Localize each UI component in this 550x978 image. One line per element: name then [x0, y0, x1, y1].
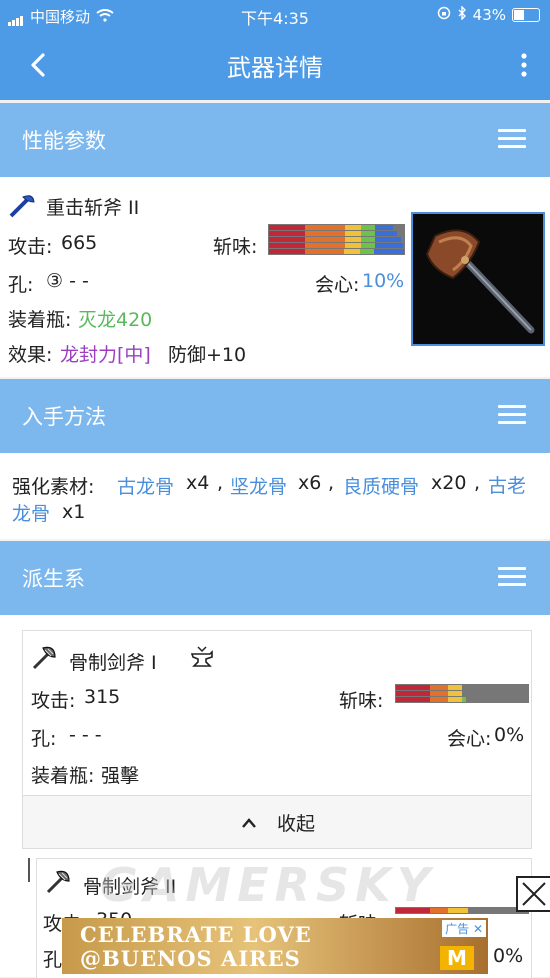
ad-logo: M — [440, 946, 474, 970]
derived-weapon-card[interactable]: 骨制剑斧 I 攻击: 315 斩味: 孔: - - - 会心: 0% 装着瓶: … — [22, 630, 532, 798]
section-header-performance[interactable]: 性能参数 — [0, 103, 550, 177]
obtain-card: 强化素材: 古龙骨 x4 , 坚龙骨 x6 , 良质硬骨 x20 , 古老龙骨 … — [0, 453, 550, 539]
phial-label: 装着瓶: — [31, 765, 95, 787]
phial-label: 装着瓶: — [8, 309, 72, 331]
advertisement-banner[interactable]: CELEBRATE LOVE @BUENOS AIRES 广告 ✕ M — [62, 918, 488, 974]
material-qty: x1 — [62, 501, 86, 523]
slots-label: 孔 — [43, 949, 63, 971]
affinity-value: 0% — [493, 945, 524, 967]
hamburger-menu-icon[interactable] — [498, 405, 526, 425]
page-title: 武器详情 — [227, 54, 323, 82]
section-header-obtain[interactable]: 入手方法 — [0, 379, 550, 453]
slots-value: ③ - - — [46, 270, 89, 292]
attack-value: 315 — [84, 686, 121, 708]
affinity-value: 10% — [362, 270, 405, 292]
status-bar: 中国移动 下午4:35 43% — [0, 0, 550, 30]
app-bar: 武器详情 — [0, 30, 550, 100]
bone-axe-icon — [45, 869, 71, 899]
affinity-value: 0% — [494, 724, 525, 746]
ad-badge: 广告 ✕ — [442, 920, 486, 937]
forge-anvil-icon — [188, 645, 216, 675]
watermark-logo: GAMERSKY — [100, 858, 437, 912]
weapon-name: 重击斩斧 II — [46, 197, 140, 219]
collapse-label: 收起 — [277, 813, 316, 835]
sharpness-bar — [268, 224, 405, 255]
effect-value: 龙封力[中] — [60, 344, 151, 366]
orientation-lock-icon — [437, 6, 451, 24]
bone-axe-icon — [31, 645, 57, 675]
ad-text: @BUENOS AIRES — [80, 946, 301, 971]
more-options-icon[interactable] — [520, 52, 528, 78]
sharpness-label: 斩味: — [339, 690, 384, 712]
sharpness-bar — [395, 684, 529, 703]
affinity-label: 会心: — [447, 728, 492, 750]
slots-value: - - - — [69, 724, 102, 746]
sharpness-label: 斩味: — [213, 236, 258, 258]
hamburger-menu-icon[interactable] — [498, 129, 526, 149]
affinity-label: 会心: — [315, 274, 360, 296]
chevron-up-icon — [241, 814, 257, 833]
ad-close-icon[interactable] — [516, 876, 550, 912]
ad-text: CELEBRATE LOVE — [80, 922, 312, 947]
attack-label: 攻击: — [31, 690, 76, 712]
battery-icon — [512, 8, 540, 22]
slots-label: 孔: — [31, 728, 57, 750]
slots-label: 孔: — [8, 274, 34, 296]
effect-label: 效果: — [8, 344, 53, 366]
section-header-derivation[interactable]: 派生系 — [0, 541, 550, 615]
charge-blade-icon — [8, 193, 36, 223]
section-title: 派生系 — [22, 567, 85, 591]
phial-value: 强擊 — [101, 765, 140, 787]
collapse-button[interactable]: 收起 — [22, 795, 532, 849]
material-link[interactable]: 古老龙骨 — [12, 472, 532, 528]
attack-value: 665 — [61, 232, 98, 254]
hamburger-menu-icon[interactable] — [498, 567, 526, 587]
effect-extra: 防御+10 — [168, 344, 247, 366]
section-title: 性能参数 — [22, 129, 106, 153]
derived-weapon-name: 骨制剑斧 I — [69, 652, 157, 674]
attack-label: 攻击: — [8, 236, 53, 258]
section-title: 入手方法 — [22, 405, 106, 429]
phial-value: 灭龙420 — [78, 309, 153, 331]
bluetooth-icon — [457, 5, 467, 24]
battery-percent: 43% — [472, 6, 506, 24]
tree-connector — [28, 858, 30, 882]
weapon-image — [411, 212, 545, 346]
